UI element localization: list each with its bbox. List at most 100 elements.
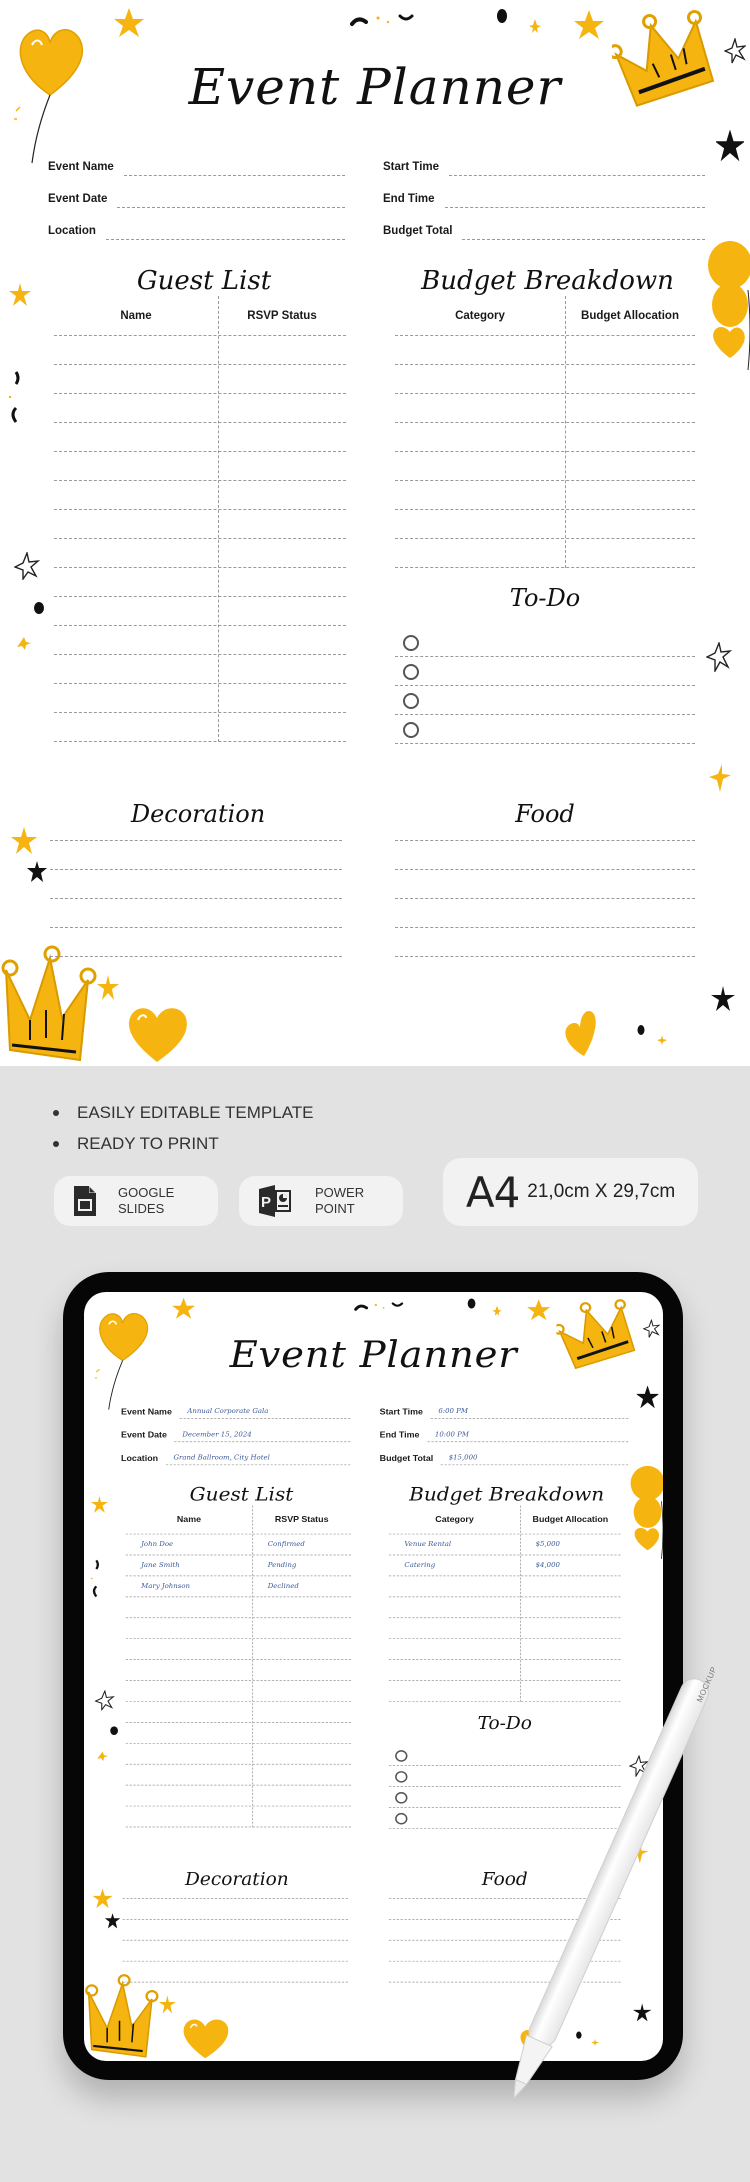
rsvp-status-cell[interactable] [218, 568, 346, 596]
table-row[interactable] [54, 684, 346, 713]
rsvp-status-cell[interactable] [218, 713, 346, 741]
rsvp-status-cell[interactable] [252, 1597, 351, 1617]
google-slides-badge[interactable]: GOOGLE SLIDES [54, 1176, 218, 1226]
powerpoint-badge[interactable]: P POWER POINT [239, 1176, 403, 1226]
table-row[interactable] [395, 423, 695, 452]
start-time-value[interactable]: 6:00 PM [430, 1406, 629, 1419]
budget-allocation-cell[interactable] [565, 423, 695, 451]
budget-category-cell[interactable] [395, 394, 565, 422]
budget-allocation-cell[interactable] [565, 394, 695, 422]
table-row[interactable] [125, 1597, 352, 1619]
budget-allocation-cell[interactable] [565, 452, 695, 480]
rsvp-status-cell[interactable]: Confirmed [252, 1534, 351, 1554]
table-row[interactable] [125, 1765, 352, 1786]
budget-allocation-cell[interactable] [565, 336, 695, 364]
decoration-lines[interactable] [50, 812, 342, 957]
writing-line[interactable] [395, 899, 695, 928]
budget-category-cell[interactable] [395, 539, 565, 567]
food-lines[interactable] [395, 812, 695, 957]
writing-line[interactable] [388, 1878, 621, 1899]
guest-name-cell[interactable] [54, 394, 218, 422]
table-row[interactable] [54, 481, 346, 510]
budget-total-value[interactable]: $15,000 [440, 1452, 629, 1466]
budget-allocation-cell[interactable] [565, 510, 695, 538]
guest-name-cell[interactable] [126, 1702, 253, 1722]
guest-name-cell[interactable] [126, 1660, 253, 1680]
todo-item[interactable] [395, 715, 695, 744]
guest-name-cell[interactable] [54, 568, 218, 596]
guest-name-cell[interactable] [126, 1806, 253, 1826]
budget-allocation-cell[interactable]: $4,000 [520, 1555, 620, 1575]
guest-name-cell[interactable] [54, 336, 218, 364]
table-row[interactable] [54, 336, 346, 365]
guest-name-cell[interactable]: Jane Smith [126, 1555, 253, 1575]
location-value[interactable] [105, 222, 345, 240]
guest-name-cell[interactable] [54, 539, 218, 567]
end-time-value[interactable] [444, 190, 705, 208]
table-row[interactable] [388, 1681, 621, 1702]
table-row[interactable] [125, 1681, 352, 1702]
writing-line[interactable] [122, 1962, 349, 1983]
budget-allocation-cell[interactable] [520, 1576, 620, 1596]
rsvp-status-cell[interactable] [218, 452, 346, 480]
end-time-value[interactable]: 10:00 PM [427, 1429, 629, 1443]
rsvp-status-cell[interactable] [252, 1806, 351, 1826]
todo-item[interactable] [388, 1808, 621, 1829]
writing-line[interactable] [388, 1899, 621, 1920]
start-time-field[interactable]: Start Time 6:00 PM [380, 1403, 629, 1419]
table-row[interactable] [388, 1618, 621, 1640]
table-row[interactable] [54, 539, 346, 568]
writing-line[interactable] [122, 1878, 349, 1899]
guest-name-cell[interactable] [54, 655, 218, 683]
rsvp-status-cell[interactable]: Pending [252, 1555, 351, 1575]
table-row[interactable] [54, 597, 346, 626]
event-date-value[interactable] [117, 190, 345, 208]
table-row[interactable] [125, 1744, 352, 1765]
budget-category-cell[interactable] [389, 1618, 520, 1638]
table-row[interactable] [54, 713, 346, 742]
writing-line[interactable] [395, 812, 695, 841]
table-row[interactable] [388, 1576, 621, 1598]
writing-line[interactable] [388, 1920, 621, 1941]
guest-name-cell[interactable] [126, 1597, 253, 1617]
table-row[interactable] [54, 423, 346, 452]
budget-allocation-cell[interactable] [520, 1639, 620, 1659]
todo-item[interactable] [395, 657, 695, 686]
rsvp-status-cell[interactable] [252, 1765, 351, 1785]
guest-name-cell[interactable] [54, 684, 218, 712]
rsvp-status-cell[interactable] [252, 1723, 351, 1743]
budget-allocation-cell[interactable] [565, 481, 695, 509]
rsvp-status-cell[interactable] [218, 481, 346, 509]
table-row[interactable] [54, 626, 346, 655]
todo-checkbox[interactable] [403, 693, 419, 709]
guest-name-cell[interactable] [54, 510, 218, 538]
table-row[interactable] [388, 1639, 621, 1660]
rsvp-status-cell[interactable] [252, 1681, 351, 1701]
writing-line[interactable] [50, 841, 342, 870]
budget-allocation-cell[interactable]: $5,000 [520, 1534, 620, 1554]
guest-name-cell[interactable]: Mary Johnson [126, 1576, 253, 1596]
table-row[interactable]: Catering $4,000 [388, 1555, 621, 1577]
food-lines[interactable] [388, 1878, 621, 1983]
table-row[interactable] [125, 1806, 352, 1828]
guest-name-cell[interactable] [54, 452, 218, 480]
guest-name-cell[interactable] [126, 1639, 253, 1659]
table-row[interactable] [54, 655, 346, 684]
location-field[interactable]: Location Grand Ballroom, City Hotel [121, 1449, 351, 1466]
writing-line[interactable] [122, 1941, 349, 1962]
guest-name-cell[interactable] [126, 1765, 253, 1785]
guest-name-cell[interactable] [54, 481, 218, 509]
table-row[interactable] [395, 510, 695, 539]
guest-name-cell[interactable] [126, 1723, 253, 1743]
writing-line[interactable] [50, 812, 342, 841]
guest-name-cell[interactable] [54, 713, 218, 741]
guest-name-cell[interactable] [54, 597, 218, 625]
rsvp-status-cell[interactable] [252, 1786, 351, 1806]
event-name-value[interactable] [123, 158, 345, 176]
event-date-value[interactable]: December 15, 2024 [174, 1429, 351, 1443]
todo-checkbox[interactable] [395, 1771, 408, 1783]
table-row[interactable] [54, 568, 346, 597]
budget-category-cell[interactable] [395, 365, 565, 393]
todo-item[interactable] [395, 628, 695, 657]
budget-category-cell[interactable] [389, 1681, 520, 1701]
